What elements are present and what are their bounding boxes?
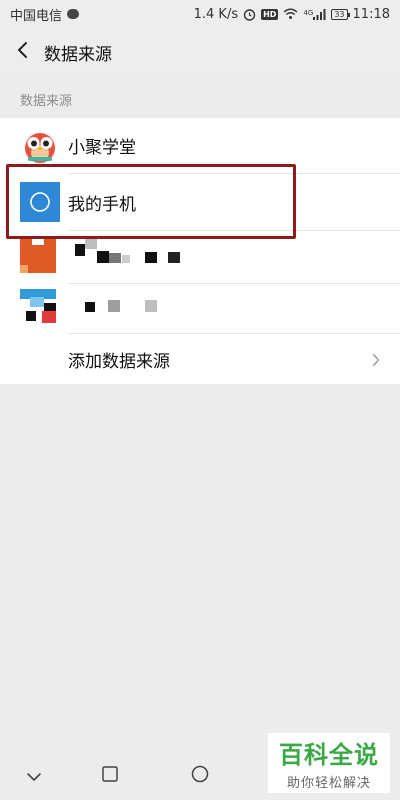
obscured-text — [122, 255, 130, 263]
home-button[interactable] — [186, 765, 214, 787]
chevron-right-icon — [372, 352, 380, 371]
nav-bar: 数据来源 — [0, 28, 400, 76]
obscured-text — [108, 300, 120, 312]
page-title: 数据来源 — [44, 44, 112, 65]
network-speed: 1.4 K/s — [193, 6, 239, 22]
list-item-my-phone[interactable]: 我的手机 — [0, 174, 400, 231]
pixelated-app-icon — [20, 237, 60, 277]
status-bar: 中国电信 1.4 K/s HD 4G 33 11:18 — [0, 0, 400, 28]
network-type: 4G — [303, 8, 314, 17]
hide-nav-button[interactable] — [22, 766, 46, 786]
watermark-subtitle: 助你轻松解决 — [286, 776, 371, 791]
list-item-xiaoju[interactable]: 小聚学堂 — [0, 118, 400, 174]
wifi-icon — [283, 8, 298, 20]
battery-icon: 33 — [331, 8, 350, 20]
battery-level: 33 — [334, 9, 345, 19]
status-left: 中国电信 — [10, 5, 80, 24]
carrier-label: 中国电信 — [10, 8, 63, 24]
list-item-label: 小聚学堂 — [68, 138, 136, 158]
obscured-text — [85, 302, 95, 312]
back-button[interactable] — [0, 28, 44, 76]
status-right: 1.4 K/s HD 4G 33 11:18 — [194, 7, 390, 22]
obscured-text — [97, 251, 109, 263]
list-item-label: 我的手机 — [68, 195, 136, 215]
signal-icon: 4G — [303, 8, 326, 20]
data-source-list: 小聚学堂 我的手机 添加数据来源 — [0, 118, 400, 384]
square-icon — [102, 766, 118, 786]
watermark-title: 百科全说 — [279, 741, 379, 769]
list-item-obscured-1[interactable] — [0, 231, 400, 284]
watermark: 百科全说 助你轻松解决 — [268, 733, 390, 793]
alarm-icon — [243, 8, 256, 21]
clock: 11:18 — [352, 6, 390, 22]
obscured-text — [145, 300, 157, 312]
list-item-obscured-2[interactable] — [0, 284, 400, 334]
recents-button[interactable] — [98, 766, 122, 786]
chat-notification-icon — [67, 9, 80, 19]
chevron-left-icon — [16, 41, 28, 63]
add-data-source-label: 添加数据来源 — [68, 352, 170, 372]
phone-circle-icon — [20, 182, 60, 222]
obscured-text — [145, 252, 157, 263]
circle-icon — [191, 765, 209, 787]
owl-avatar-icon — [20, 126, 60, 166]
system-navigation-bar — [0, 752, 268, 800]
obscured-text — [85, 239, 97, 249]
chevron-down-icon — [26, 767, 42, 786]
section-header: 数据来源 — [20, 93, 73, 109]
obscured-text — [168, 252, 180, 263]
obscured-text — [75, 244, 85, 256]
add-data-source-row[interactable]: 添加数据来源 — [0, 334, 400, 384]
hd-badge: HD — [261, 8, 279, 20]
pixelated-app-icon — [20, 289, 60, 329]
obscured-text — [109, 253, 121, 263]
